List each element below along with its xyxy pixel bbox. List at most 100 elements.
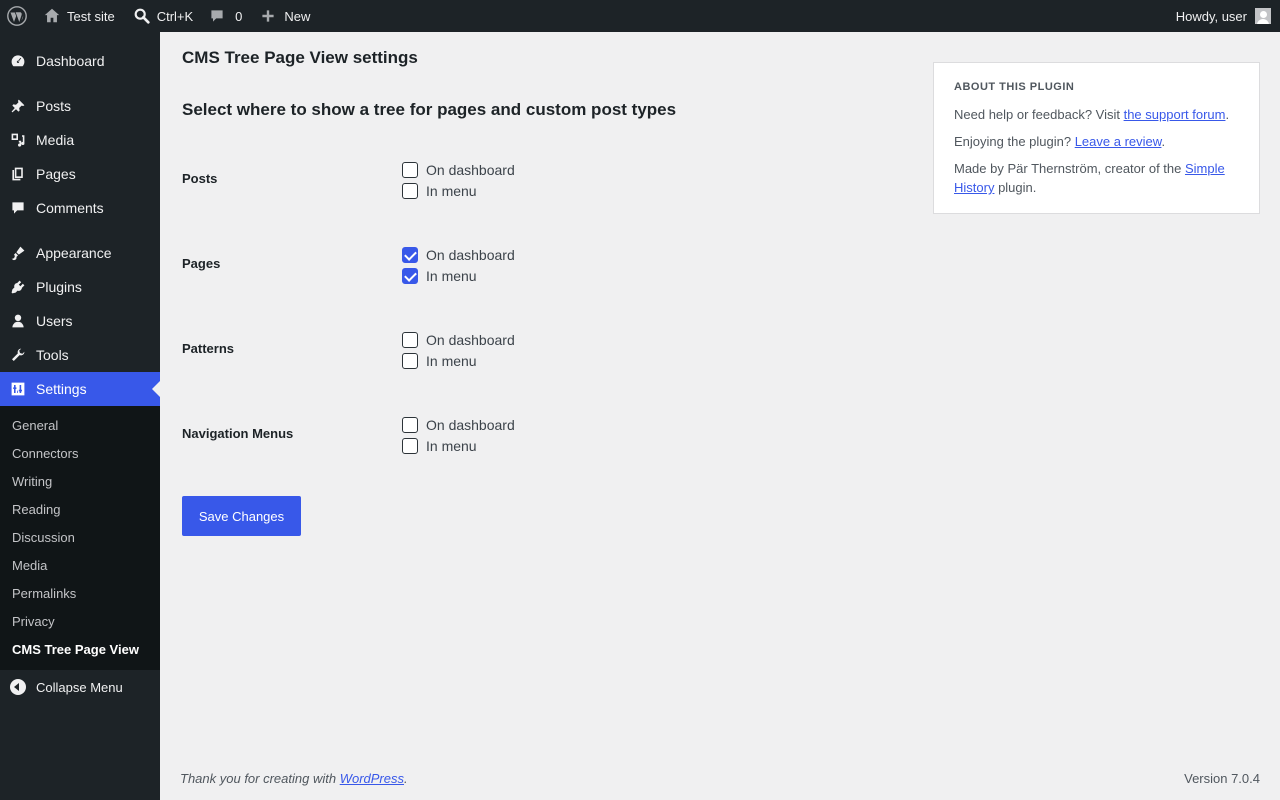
posts-on-dashboard-checkbox[interactable] [402,162,418,178]
footer-version: Version 7.0.4 [1184,771,1260,786]
main-content: CMS Tree Page View settings Select where… [160,32,1280,800]
wordpress-link[interactable]: WordPress [340,771,404,786]
collapse-menu-button[interactable]: Collapse Menu [0,670,160,704]
submenu-item-cms-tree-page-view[interactable]: CMS Tree Page View [0,636,160,664]
sidebar-item-label: Dashboard [36,53,105,69]
sidebar-item-posts[interactable]: Posts [0,89,160,123]
submenu-item-discussion[interactable]: Discussion [0,524,160,552]
option-label: In menu [426,183,477,199]
sidebar-item-appearance[interactable]: Appearance [0,236,160,270]
sidebar-item-dashboard[interactable]: Dashboard [0,44,160,78]
about-made-suffix: plugin. [994,180,1037,195]
media-icon [10,130,26,150]
sidebar-item-settings[interactable]: Settings [0,372,160,406]
footer-thanks-suffix: . [404,771,408,786]
posts-in-menu-checkbox[interactable] [402,183,418,199]
about-help-suffix: . [1225,107,1230,122]
sidebar-item-label: Users [36,313,73,329]
pin-icon [10,96,26,116]
navigation-menus-on-dashboard-option[interactable]: On dashboard [402,414,515,436]
navigation-menus-on-dashboard-checkbox[interactable] [402,417,418,433]
option-label: In menu [426,353,477,369]
settings-icon [10,379,26,399]
sidebar-item-pages[interactable]: Pages [0,157,160,191]
dashboard-icon [10,51,26,71]
comments-link[interactable]: 0 [201,0,250,32]
option-label: In menu [426,438,477,454]
sidebar-item-label: Pages [36,166,76,182]
submenu-item-media[interactable]: Media [0,552,160,580]
footer-thanks: Thank you for creating with WordPress. [180,771,408,786]
sidebar-item-label: Media [36,132,75,148]
pages-in-menu-checkbox[interactable] [402,268,418,284]
plus-icon [262,10,275,22]
sidebar-item-plugins[interactable]: Plugins [0,270,160,304]
collapse-arrow-icon [10,679,26,695]
plugin-icon [10,277,26,297]
wp-logo-menu[interactable] [0,0,35,32]
collapse-menu-label: Collapse Menu [36,679,123,695]
about-enjoy-suffix: . [1161,134,1166,149]
brush-icon [10,243,26,263]
navigation-menus-in-menu-option[interactable]: In menu [402,435,477,457]
about-heading: ABOUT THIS PLUGIN [954,81,1075,93]
settings-submenu: General Connectors Writing Reading Discu… [0,406,160,670]
option-label: On dashboard [426,417,515,433]
patterns-on-dashboard-option[interactable]: On dashboard [402,329,515,351]
about-enjoy-prefix: Enjoying the plugin? [954,134,1075,149]
comment-bubble-icon [211,10,223,22]
sidebar-item-label: Posts [36,98,72,114]
command-search[interactable]: Ctrl+K [123,0,201,32]
page-title: CMS Tree Page View settings [182,48,418,67]
new-content-link[interactable]: New [250,0,318,32]
posts-on-dashboard-option[interactable]: On dashboard [402,159,515,181]
comments-count: 0 [235,8,243,24]
row-label-pages: Pages [182,256,221,271]
search-shortcut-label: Ctrl+K [156,8,194,24]
about-made-text: Made by Pär Thernström, creator of the S… [954,159,1239,197]
patterns-in-menu-checkbox[interactable] [402,353,418,369]
sidebar-item-users[interactable]: Users [0,304,160,338]
footer-thanks-prefix: Thank you for creating with [180,771,340,786]
option-label: On dashboard [426,162,515,178]
row-label-posts: Posts [182,171,218,186]
my-account[interactable]: Howdy, user [1176,8,1280,24]
submenu-item-permalinks[interactable]: Permalinks [0,580,160,608]
posts-in-menu-option[interactable]: In menu [402,180,477,202]
comment-icon [10,198,26,218]
new-label: New [284,8,311,24]
support-forum-link[interactable]: the support forum [1124,107,1226,122]
leave-review-link[interactable]: Leave a review [1075,134,1162,149]
sidebar-item-media[interactable]: Media [0,123,160,157]
submenu-item-connectors[interactable]: Connectors [0,440,160,468]
pages-on-dashboard-option[interactable]: On dashboard [402,244,515,266]
pages-on-dashboard-checkbox[interactable] [402,247,418,263]
sidebar-item-label: Plugins [36,279,82,295]
submenu-item-reading[interactable]: Reading [0,496,160,524]
patterns-in-menu-option[interactable]: In menu [402,350,477,372]
site-name-link[interactable]: Test site [35,0,123,32]
about-enjoy-text: Enjoying the plugin? Leave a review. [954,132,1239,151]
navigation-menus-in-menu-checkbox[interactable] [402,438,418,454]
sidebar-item-tools[interactable]: Tools [0,338,160,372]
row-label-navigation-menus: Navigation Menus [182,426,294,441]
wordpress-logo-icon [7,6,27,26]
home-icon [44,8,60,23]
admin-bar: Test site Ctrl+K 0 New Howdy, user [0,0,1280,32]
option-label: On dashboard [426,332,515,348]
site-name-label: Test site [67,8,115,24]
pages-in-menu-option[interactable]: In menu [402,265,477,287]
submenu-item-general[interactable]: General [0,412,160,440]
admin-sidebar: Dashboard Posts Media Pages Comments App… [0,32,160,800]
option-label: In menu [426,268,477,284]
sidebar-item-comments[interactable]: Comments [0,191,160,225]
submenu-item-privacy[interactable]: Privacy [0,608,160,636]
section-title: Select where to show a tree for pages an… [182,100,677,119]
sidebar-item-label: Appearance [36,245,112,261]
patterns-on-dashboard-checkbox[interactable] [402,332,418,348]
about-help-prefix: Need help or feedback? Visit [954,107,1124,122]
save-changes-button[interactable]: Save Changes [182,496,301,536]
submenu-item-writing[interactable]: Writing [0,468,160,496]
sidebar-item-label: Comments [36,200,104,216]
howdy-label: Howdy, user [1175,8,1247,24]
